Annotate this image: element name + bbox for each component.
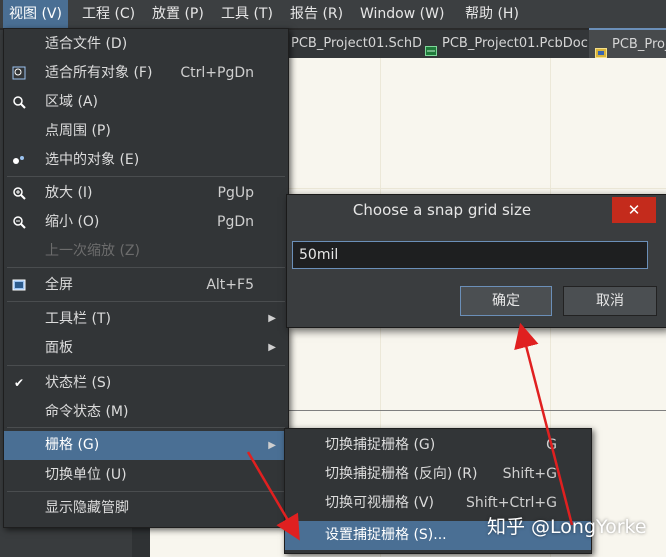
menu-item-label: 工具栏 (T) [45,311,111,327]
menu-item-grids[interactable]: 栅格 (G) ▶ [4,431,288,460]
menu-item-selected-objects[interactable]: 选中的对象 (E) [4,146,288,174]
view-menu: 适合文件 (D) 适合所有对象 (F) Ctrl+PgDn 区域 (A) 点周围… [3,28,289,528]
submenu-item-toggle-snap-grid-reverse[interactable]: 切换捕捉栅格 (反向) (R) Shift+G [285,460,591,489]
menu-item-label: 点周围 (P) [45,123,111,139]
menu-item-fullscreen[interactable]: 全屏 Alt+F5 [4,271,288,299]
check-icon: ✔ [13,376,25,390]
menu-bar: 视图 (V) 工程 (C) 放置 (P) 工具 (T) 报告 (R) Windo… [0,0,666,29]
menu-item-toggle-units[interactable]: 切换单位 (U) [4,461,288,489]
menu-item-shortcut: Ctrl+PgDn [180,65,254,81]
menu-item-label: 全屏 [45,277,73,293]
menu-item-shortcut: Alt+F5 [206,277,254,293]
submenu-arrow-icon: ▶ [268,313,276,324]
menu-item-zoom-in[interactable]: 放大 (I) PgUp [4,179,288,207]
tab-label: PCB_Project01.PcbDoc [442,36,588,51]
menu-item-label: 切换捕捉栅格 (反向) (R) [325,466,478,482]
menu-item-command-status[interactable]: 命令状态 (M) [4,398,288,426]
selected-objects-icon [12,153,26,167]
dialog-title: Choose a snap grid size [352,201,532,219]
tab-project[interactable]: PCB_Proj [589,28,666,60]
tab-label: PCB_Project01.SchDoc [291,36,421,51]
menu-item-label: 缩小 (O) [45,214,100,230]
snap-grid-size-input[interactable]: 50mil [292,241,648,269]
menu-separator [7,267,285,268]
menu-project[interactable]: 工程 (C) [76,0,141,28]
menu-item-shortcut: G [546,437,557,453]
menu-item-label: 设置捕捉栅格 (S)... [325,527,447,543]
fit-all-icon [12,66,26,80]
menu-item-status-bar[interactable]: ✔ 状态栏 (S) [4,369,288,397]
menu-item-shortcut: PgDn [217,214,254,230]
fullscreen-icon [12,278,26,292]
menu-item-label: 切换可视栅格 (V) [325,495,434,511]
menu-item-panels[interactable]: 面板 ▶ [4,334,288,362]
menu-item-label: 面板 [45,340,73,356]
menu-reports[interactable]: 报告 (R) [284,0,349,28]
pcb-doc-icon [425,39,437,56]
zoom-in-icon [12,186,26,200]
tab-label: PCB_Proj [612,37,666,52]
menu-item-zoom-out[interactable]: 缩小 (O) PgDn [4,208,288,236]
zoom-area-icon [12,95,26,109]
submenu-arrow-icon: ▶ [268,440,276,451]
menu-item-label: 命令状态 (M) [45,404,129,420]
project-icon [595,40,607,58]
close-button[interactable]: ✕ [612,197,656,223]
menu-item-label: 栅格 (G) [45,437,100,453]
menu-separator [7,491,285,492]
menu-item-label: 区域 (A) [45,94,98,110]
menu-place[interactable]: 放置 (P) [146,0,210,28]
menu-view[interactable]: 视图 (V) [3,0,68,28]
snap-grid-dialog: Choose a snap grid size ✕ 50mil 确定 取消 [286,194,666,328]
menu-item-label: 切换单位 (U) [45,467,127,483]
menu-item-label: 上一次缩放 (Z) [45,243,140,259]
menu-separator [7,301,285,302]
zoom-out-icon [12,215,26,229]
menu-item-label: 显示隐藏管脚 [45,500,129,516]
menu-item-label: 切换捕捉栅格 (G) [325,437,436,453]
menu-tools[interactable]: 工具 (T) [215,0,279,28]
menu-item-previous-zoom: 上一次缩放 (Z) [4,237,288,265]
menu-item-area[interactable]: 区域 (A) [4,88,288,116]
menu-item-fit-document[interactable]: 适合文件 (D) [4,30,288,58]
menu-item-around-point[interactable]: 点周围 (P) [4,117,288,145]
tab-pcbdoc[interactable]: PCB_Project01.PcbDoc [419,30,591,58]
menu-item-label: 放大 (I) [45,185,93,201]
submenu-arrow-icon: ▶ [268,342,276,353]
menu-help[interactable]: 帮助 (H) [459,0,525,28]
menu-item-shortcut: Shift+G [502,466,557,482]
menu-item-toolbars[interactable]: 工具栏 (T) ▶ [4,305,288,333]
cancel-button[interactable]: 取消 [563,286,657,316]
menu-item-label: 选中的对象 (E) [45,152,140,168]
menu-separator [7,176,285,177]
menu-separator [7,365,285,366]
document-tab-bar: PCB_Project01.SchDoc PCB_Project01.PcbDo… [285,28,666,60]
menu-item-shortcut: PgUp [217,185,254,201]
watermark: 知乎 @LongYorke [487,516,647,538]
submenu-item-toggle-snap-grid[interactable]: 切换捕捉栅格 (G) G [285,431,591,460]
menu-item-fit-all[interactable]: 适合所有对象 (F) Ctrl+PgDn [4,59,288,87]
menu-item-label: 状态栏 (S) [45,375,112,391]
board-outline [280,410,666,411]
menu-item-label: 适合所有对象 (F) [45,65,153,81]
menu-item-label: 适合文件 (D) [45,36,128,52]
menu-item-show-hidden-pins[interactable]: 显示隐藏管脚 [4,494,288,522]
menu-window[interactable]: Window (W) [354,0,450,28]
menu-separator [7,427,285,428]
ok-button[interactable]: 确定 [460,286,552,316]
tab-schdoc[interactable]: PCB_Project01.SchDoc [285,30,421,58]
